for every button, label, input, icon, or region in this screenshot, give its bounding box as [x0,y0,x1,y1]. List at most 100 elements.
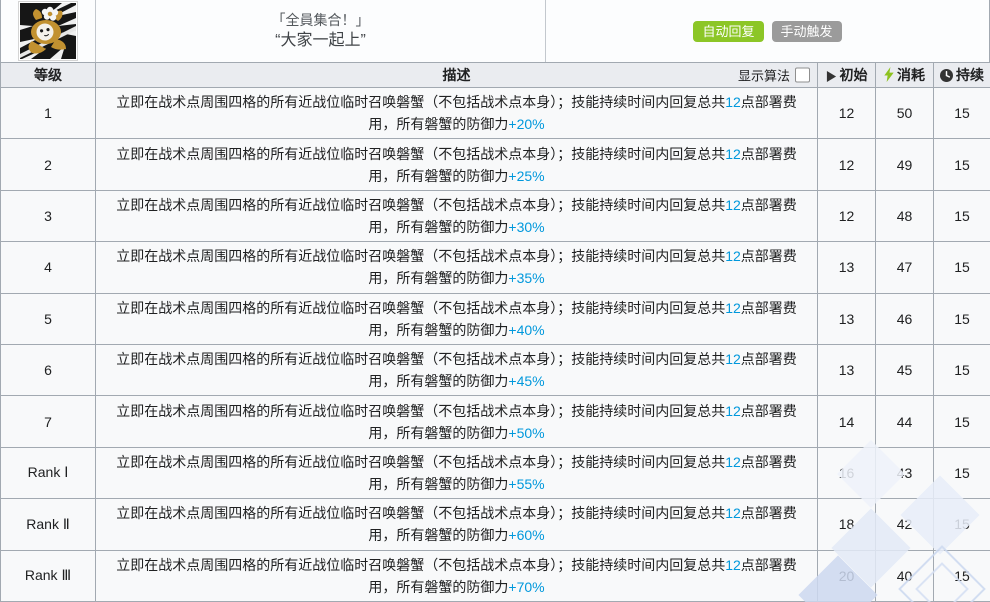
desc-line1-post: 点部署费 [740,402,797,419]
initial-sp-column-header: 初始 [817,62,876,88]
sp-cost-column-header: 消耗 [875,62,934,88]
initial-sp-label: 初始 [839,67,868,83]
level-column-header: 等级 [0,62,96,88]
desc-line1-post: 点部署费 [740,556,797,573]
sp-recovery-value: 12 [725,556,741,573]
initial-sp-cell: 12 [817,138,876,191]
skill-header: 「全員集合！」 “大家一起上” 自动回复 手动触发 [0,0,990,62]
defense-bonus-value: +20% [508,116,545,133]
sp-recovery-value: 12 [725,248,741,265]
desc-line1-post: 点部署费 [740,145,797,162]
duration-cell: 15 [933,343,990,397]
defense-bonus-value: +35% [508,270,545,287]
sp-cost-cell: 44 [875,395,934,448]
sp-cost-cell: 47 [875,241,934,294]
description-cell: 立即在战术点周围四格的所有近战位临时召唤磐蟹（不包括战术点本身）；技能持续时间内… [95,395,818,448]
defense-bonus-value: +40% [508,321,545,338]
skill-level-row: 6 立即在战术点周围四格的所有近战位临时召唤磐蟹（不包括战术点本身）；技能持续时… [0,343,990,397]
sp-recovery-value: 12 [725,196,741,213]
duration-cell: 15 [933,292,990,345]
sp-charge-type-badge: 自动回复 [693,20,764,42]
crab-summon-skill-icon[interactable] [18,1,78,61]
sp-recovery-value: 12 [725,299,741,316]
skill-title: 「全員集合！」 [271,12,370,28]
duration-cell: 15 [933,549,990,602]
skill-table-body: 1 立即在战术点周围四格的所有近战位临时召唤磐蟹（不包括战术点本身）；技能持续时… [0,86,990,602]
description-cell: 立即在战术点周围四格的所有近战位临时召唤磐蟹（不包括战术点本身）；技能持续时间内… [95,241,818,294]
duration-cell: 15 [933,498,990,551]
desc-line2-pre: 用，所有磐蟹的防御力 [368,527,509,544]
description-cell: 立即在战术点周围四格的所有近战位临时召唤磐蟹（不包括战术点本身）；技能持续时间内… [95,86,818,140]
sp-recovery-value: 12 [725,505,741,522]
desc-line1-pre: 立即在战术点周围四格的所有近战位临时召唤磐蟹（不包括战术点本身）；技能持续时间内… [116,94,726,111]
level-cell: 4 [0,241,96,294]
defense-bonus-value: +25% [508,167,545,184]
initial-sp-cell: 12 [817,189,876,243]
defense-bonus-value: +70% [508,578,545,595]
skill-level-row: 1 立即在战术点周围四格的所有近战位临时召唤磐蟹（不包括战术点本身）；技能持续时… [0,86,990,140]
level-cell: 6 [0,343,96,397]
skill-icon-cell [1,0,96,62]
sp-cost-cell: 42 [875,498,934,551]
defense-bonus-value: +60% [508,527,545,544]
skill-level-row: Rank Ⅰ 立即在战术点周围四格的所有近战位临时召唤磐蟹（不包括战术点本身）；… [0,446,990,500]
duration-cell: 15 [933,86,990,140]
skill-level-row: Rank Ⅱ 立即在战术点周围四格的所有近战位临时召唤磐蟹（不包括战术点本身）；… [0,498,990,551]
sp-cost-cell: 49 [875,138,934,191]
description-header-label: 描述 [442,67,471,83]
show-algorithm-checkbox[interactable] [795,67,810,83]
defense-bonus-value: +45% [508,373,545,390]
initial-sp-cell: 12 [817,86,876,140]
play-triangle-icon [826,71,837,82]
desc-line1-pre: 立即在战术点周围四格的所有近战位临时召唤磐蟹（不包括战术点本身）；技能持续时间内… [116,248,726,265]
level-cell: Rank Ⅲ [0,549,96,602]
desc-line1-pre: 立即在战术点周围四格的所有近战位临时召唤磐蟹（不包括战术点本身）；技能持续时间内… [116,453,726,470]
duration-cell: 15 [933,241,990,294]
initial-sp-cell: 14 [817,395,876,448]
description-cell: 立即在战术点周围四格的所有近战位临时召唤磐蟹（不包括战术点本身）；技能持续时间内… [95,138,818,191]
skill-level-table: 等级 描述 显示算法 初始 消耗 持续 1 立即在战术点周围四格的所有近战位临时… [0,62,990,602]
initial-sp-cell: 16 [817,446,876,500]
desc-line2-pre: 用，所有磐蟹的防御力 [368,321,509,338]
level-cell: Rank Ⅱ [0,498,96,551]
skill-type-badges: 自动回复 手动触发 [546,0,989,62]
desc-line1-post: 点部署费 [740,248,797,265]
desc-line1-pre: 立即在战术点周围四格的所有近战位临时召唤磐蟹（不包括战术点本身）；技能持续时间内… [116,299,726,316]
sp-cost-cell: 43 [875,446,934,500]
initial-sp-cell: 18 [817,498,876,551]
initial-sp-cell: 20 [817,549,876,602]
skill-subtitle: “大家一起上” [275,32,366,49]
sp-cost-label: 消耗 [897,67,925,83]
desc-line1-pre: 立即在战术点周围四格的所有近战位临时召唤磐蟹（不包括战术点本身）；技能持续时间内… [116,402,726,419]
table-header-row: 等级 描述 显示算法 初始 消耗 持续 [0,62,990,88]
skill-level-row: 3 立即在战术点周围四格的所有近战位临时召唤磐蟹（不包括战术点本身）；技能持续时… [0,189,990,243]
duration-label: 持续 [956,67,984,83]
sp-cost-cell: 50 [875,86,934,140]
desc-line2-pre: 用，所有磐蟹的防御力 [368,578,509,595]
desc-line1-post: 点部署费 [740,453,797,470]
level-cell: Rank Ⅰ [0,446,96,500]
sp-recovery-value: 12 [725,145,741,162]
skill-level-row: 5 立即在战术点周围四格的所有近战位临时召唤磐蟹（不包括战术点本身）；技能持续时… [0,292,990,345]
desc-line1-pre: 立即在战术点周围四格的所有近战位临时召唤磐蟹（不包括战术点本身）；技能持续时间内… [116,145,726,162]
sp-cost-cell: 46 [875,292,934,345]
description-column-header: 描述 显示算法 [95,62,818,88]
desc-line1-pre: 立即在战术点周围四格的所有近战位临时召唤磐蟹（不包括战术点本身）；技能持续时间内… [116,556,726,573]
description-cell: 立即在战术点周围四格的所有近战位临时召唤磐蟹（不包括战术点本身）；技能持续时间内… [95,189,818,243]
level-cell: 3 [0,189,96,243]
description-cell: 立即在战术点周围四格的所有近战位临时召唤磐蟹（不包括战术点本身）；技能持续时间内… [95,498,818,551]
skill-level-row: 4 立即在战术点周围四格的所有近战位临时召唤磐蟹（不包括战术点本身）；技能持续时… [0,241,990,294]
desc-line2-pre: 用，所有磐蟹的防御力 [368,116,509,133]
skill-level-row: 7 立即在战术点周围四格的所有近战位临时召唤磐蟹（不包括战术点本身）；技能持续时… [0,395,990,448]
level-cell: 2 [0,138,96,191]
duration-column-header: 持续 [933,62,990,88]
show-algorithm-control: 显示算法 [738,66,810,85]
desc-line1-post: 点部署费 [740,351,797,368]
duration-cell: 15 [933,395,990,448]
description-cell: 立即在战术点周围四格的所有近战位临时召唤磐蟹（不包括战术点本身）；技能持续时间内… [95,292,818,345]
skill-title-block: 「全員集合！」 “大家一起上” [96,0,546,62]
desc-line2-pre: 用，所有磐蟹的防御力 [368,373,509,390]
initial-sp-cell: 13 [817,292,876,345]
level-cell: 5 [0,292,96,345]
level-cell: 1 [0,86,96,140]
